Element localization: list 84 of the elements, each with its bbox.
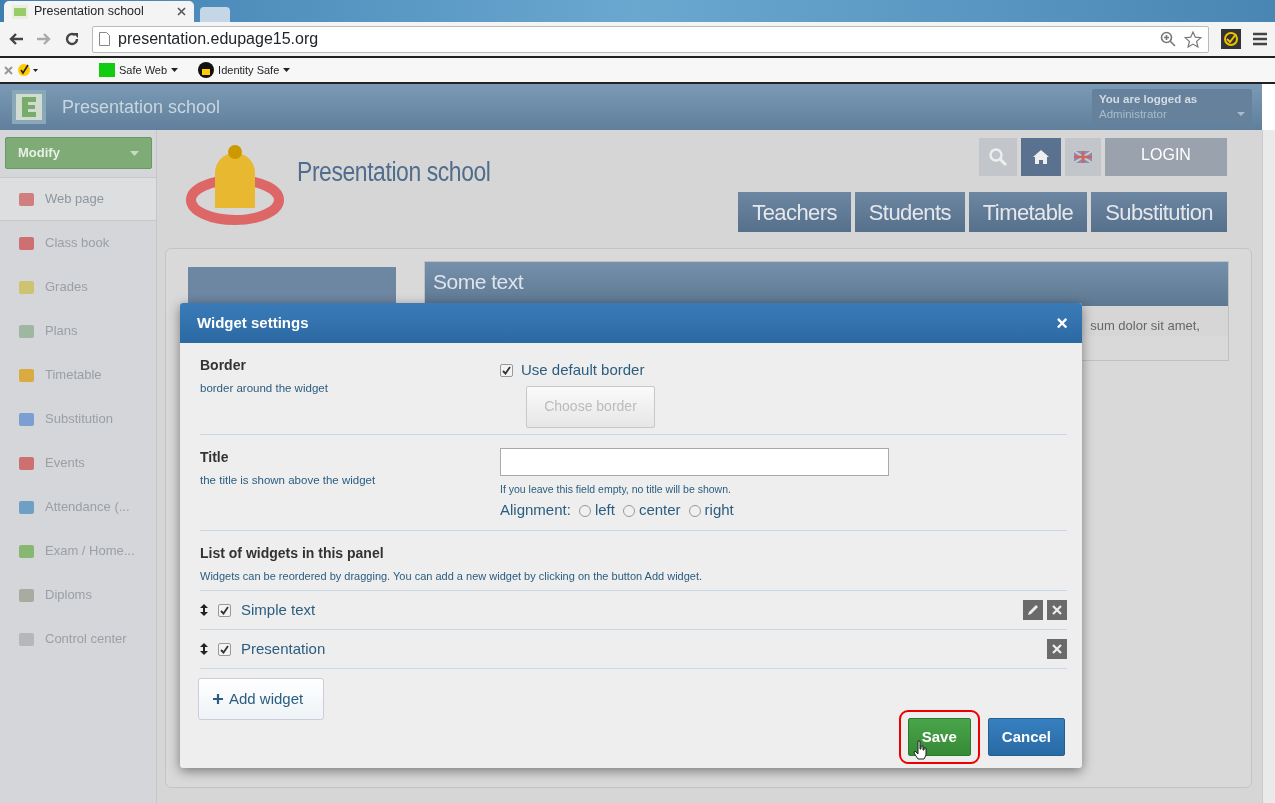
- sidebar-item[interactable]: Grades: [0, 265, 156, 309]
- widget-name: Simple text: [241, 600, 316, 620]
- user-selector[interactable]: You are logged as Administrator: [1092, 89, 1252, 125]
- flag-icon: [1074, 151, 1092, 163]
- plus-icon: [213, 694, 223, 705]
- close-icon[interactable]: [177, 7, 186, 16]
- sidebar-item[interactable]: Plans: [0, 309, 156, 353]
- lock-icon: [198, 62, 215, 78]
- caret-icon: [130, 150, 139, 156]
- nav-button[interactable]: Substitution: [1091, 192, 1227, 232]
- title-input[interactable]: [500, 447, 889, 476]
- section-hint: Widgets can be reordered by dragging. You can add a new widget by clicking on the button Add widget.: [200, 568, 704, 584]
- radio-button[interactable]: [578, 504, 591, 517]
- save-button[interactable]: Save: [907, 718, 971, 757]
- site-title: Presentation school: [297, 156, 491, 189]
- checkbox-label: Use default border: [521, 360, 645, 380]
- radio-button[interactable]: [622, 504, 635, 517]
- page-favicon: [12, 4, 28, 19]
- add-widget-button[interactable]: Add widget: [198, 678, 324, 721]
- alignment-label: Alignment:: [500, 500, 571, 521]
- checkbox[interactable]: [218, 642, 231, 656]
- sidebar-item[interactable]: Timetable: [0, 353, 156, 397]
- home-button[interactable]: [1021, 138, 1061, 176]
- delete-button[interactable]: [1047, 600, 1067, 621]
- logo-icon: [12, 90, 46, 124]
- section-label: Title: [200, 447, 230, 467]
- ok-badge-icon: [99, 63, 115, 77]
- sidebar-item[interactable]: Attendance (...: [0, 485, 156, 529]
- back-icon[interactable]: [8, 32, 24, 46]
- radio-label: right: [704, 500, 734, 521]
- widget-name: Presentation: [241, 639, 326, 659]
- sidebar-item[interactable]: Control center: [0, 617, 156, 661]
- nav-button[interactable]: Timetable: [968, 192, 1088, 232]
- search-icon: [989, 148, 1007, 166]
- close-button[interactable]: ×: [1056, 313, 1068, 333]
- dialog-title: Widget settings: [197, 312, 309, 333]
- section-hint: the title is shown above the widget: [200, 472, 377, 488]
- delete-button[interactable]: [1047, 639, 1067, 660]
- checkbox[interactable]: [500, 363, 513, 377]
- checkbox[interactable]: [218, 603, 231, 617]
- toolbar-button[interactable]: Identity Safe: [198, 61, 291, 79]
- nav-button[interactable]: Teachers: [738, 192, 851, 232]
- section-hint: border around the widget: [200, 381, 329, 396]
- radio-label: center: [638, 500, 681, 521]
- panel-title: Some text: [425, 262, 1228, 306]
- home-icon: [1032, 149, 1050, 165]
- section-label: List of widgets in this panel: [200, 543, 385, 563]
- zoom-icon[interactable]: [1160, 30, 1176, 47]
- sidebar-item[interactable]: Events: [0, 441, 156, 485]
- reload-icon[interactable]: [64, 31, 80, 47]
- caret-icon: [283, 68, 291, 72]
- browser-tab[interactable]: Presentation school: [4, 1, 194, 22]
- user-label: You are logged as: [1099, 92, 1199, 107]
- sidebar-item[interactable]: Exam / Home...: [0, 529, 156, 573]
- star-icon[interactable]: [1184, 30, 1202, 48]
- drag-handle-icon[interactable]: [200, 604, 208, 617]
- app-title: Presentation school: [62, 95, 221, 119]
- menu-icon[interactable]: [1253, 32, 1267, 46]
- toolbar-button[interactable]: Safe Web: [99, 61, 179, 79]
- radio-label: left: [594, 500, 615, 521]
- sidebar-item[interactable]: Substitution: [0, 397, 156, 441]
- extension-icon[interactable]: [1221, 29, 1241, 49]
- section-label: Border: [200, 356, 247, 375]
- sidebar-item[interactable]: Web page: [0, 177, 156, 221]
- close-icon: [1052, 605, 1062, 616]
- sidebar-item[interactable]: Diploms: [0, 573, 156, 617]
- caret-icon: [1237, 112, 1245, 117]
- modify-button[interactable]: Modify: [5, 137, 152, 169]
- page-icon: [99, 32, 110, 46]
- user-name: Administrator: [1099, 107, 1167, 122]
- address-bar[interactable]: presentation.edupage15.org: [92, 25, 1209, 53]
- hand-cursor-icon: [912, 740, 927, 761]
- drag-handle-icon[interactable]: [200, 643, 208, 656]
- cancel-button[interactable]: Cancel: [987, 718, 1065, 757]
- radio-button[interactable]: [688, 504, 701, 517]
- caret-icon: [171, 68, 179, 72]
- scrollbar[interactable]: [1262, 130, 1275, 803]
- login-button[interactable]: LOGIN: [1105, 138, 1227, 176]
- close-icon: [1052, 644, 1062, 655]
- checkmark-logo-icon[interactable]: [17, 63, 39, 77]
- edit-button[interactable]: [1023, 600, 1043, 621]
- sidebar-item[interactable]: Class book: [0, 221, 156, 265]
- nav-button[interactable]: Students: [854, 192, 965, 232]
- field-note: If you leave this field empty, no title will be shown.: [500, 481, 732, 497]
